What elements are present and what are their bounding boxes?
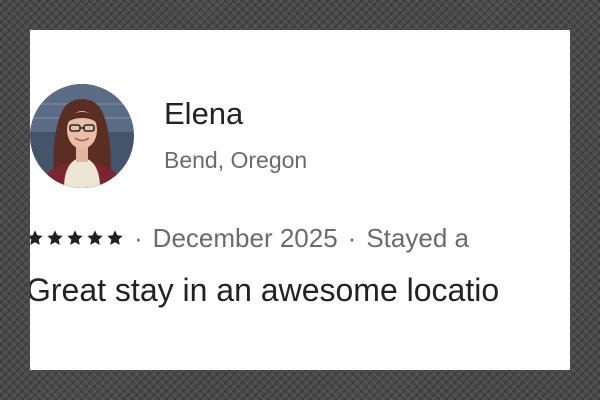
stay-info: Stayed a: [366, 223, 469, 253]
star-icon: [67, 230, 83, 245]
separator-dot: ·: [134, 223, 143, 253]
star-icon: [107, 230, 123, 245]
reviewer-name: Elena: [164, 96, 244, 131]
avatar-photo: [30, 84, 134, 188]
review-date: December 2025: [152, 223, 338, 253]
star-icon: [47, 230, 63, 245]
review-text: Great stay in an awesome locatio: [30, 272, 500, 308]
review-meta: · December 2025 · Stayed a: [30, 222, 469, 254]
star-icon: [30, 230, 43, 245]
reviewer-location: Bend, Oregon: [164, 147, 308, 173]
separator-dot: ·: [347, 223, 357, 253]
review-card: Elena Bend, Oregon · December 2025 · Sta…: [30, 30, 570, 370]
star-rating: [30, 229, 124, 247]
star-icon: [87, 230, 103, 245]
avatar[interactable]: [30, 84, 134, 188]
